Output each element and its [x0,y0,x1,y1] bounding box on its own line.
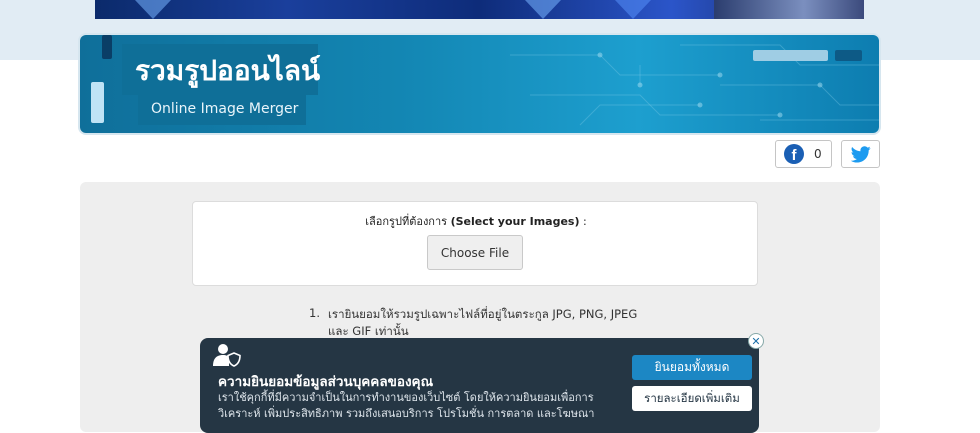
page-subtitle: Online Image Merger [151,101,299,117]
upload-label: เลือกรูปที่ต้องการ (Select your Images) … [365,215,587,228]
ad-photo [714,0,864,19]
close-icon[interactable]: ✕ [748,333,764,349]
consent-body: เราใช้คุกกี้ที่มีความจำเป็นในการทำงานของ… [218,391,595,420]
hero-decoration [835,50,862,61]
list-item: 1. เรายินยอมให้รวมรูปเฉพาะไฟล์ที่อยู่ในต… [309,306,638,338]
ad-banner[interactable] [95,0,864,19]
accept-all-button[interactable]: ยินยอมทั้งหมด [632,355,752,380]
more-details-button[interactable]: รายละเอียดเพิ่มเติม [632,386,752,411]
ad-decoration [135,0,171,19]
upload-card: เลือกรูปที่ต้องการ (Select your Images) … [192,201,758,286]
facebook-share-button[interactable]: f 0 [775,140,832,168]
rules-list: 1. เรายินยอมให้รวมรูปเฉพาะไฟล์ที่อยู่ในต… [309,306,659,340]
twitter-icon [850,145,871,162]
choose-file-button[interactable]: Choose File [427,235,523,270]
user-shield-icon [213,344,241,367]
hero-banner: รวมรูปออนไลน์ Online Image Merger [80,35,879,133]
share-count: 0 [814,147,822,161]
hero-decoration [91,82,104,123]
hero-decoration [753,50,828,61]
hero-decoration [102,35,112,59]
facebook-icon: f [784,144,804,164]
ad-decoration [525,0,561,19]
page-title: รวมรูปออนไลน์ [135,54,321,87]
cookie-consent-banner: ความยินยอมข้อมูลส่วนบุคคลของคุณ เราใช้คุ… [200,338,759,433]
twitter-share-button[interactable] [841,140,880,168]
consent-title: ความยินยอมข้อมูลส่วนบุคคลของคุณ [218,374,434,390]
ad-decoration [615,0,651,19]
